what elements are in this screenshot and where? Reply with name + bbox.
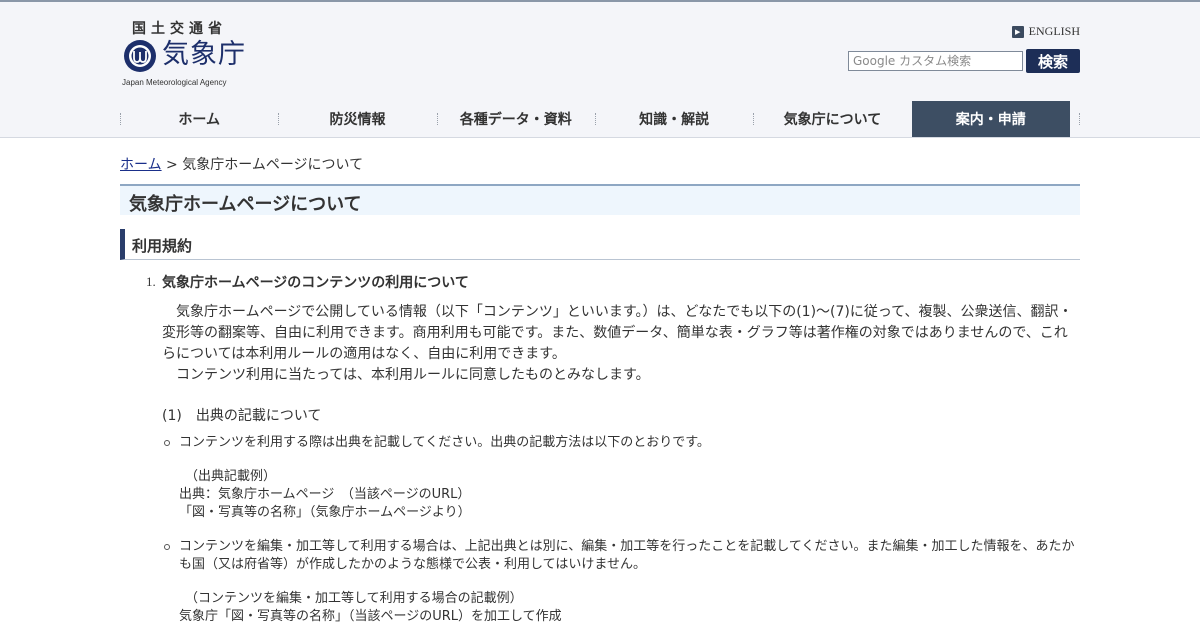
agency-name-en: Japan Meteorological Agency [122, 78, 227, 87]
english-link[interactable]: ▶ ENGLISH [1011, 24, 1080, 39]
breadcrumb: ホーム > 気象庁ホームページについて [120, 154, 363, 174]
subsection-heading: (1) 出典の記載について [162, 408, 322, 424]
jma-emblem-icon [124, 40, 156, 72]
nav-item-data[interactable]: 各種データ・資料 [436, 101, 595, 137]
site-search: 検索 [848, 49, 1080, 73]
site-logo[interactable]: 国土交通省 気象庁 Japan Meteorological Agency [122, 16, 252, 90]
intro-paragraph: 気象庁ホームページで公開している情報（以下「コンテンツ」といいます。）は、どなた… [162, 304, 1073, 362]
example-line: 気象庁「図・写真等の名称」（当該ページのURL）を加工して作成 [179, 609, 562, 624]
example-title: （コンテンツを編集・加工等して利用する場合の記載例） [185, 591, 523, 606]
edit-citation-example: （コンテンツを編集・加工等して利用する場合の記載例） 気象庁「図・写真等の名称」… [179, 590, 562, 626]
breadcrumb-separator: > [166, 157, 178, 173]
play-arrow-icon: ▶ [1011, 25, 1024, 38]
bullet-text: コンテンツを編集・加工等して利用する場合は、上記出典とは別に、編集・加工等を行っ… [179, 539, 1075, 572]
section-title: 利用規約 [120, 229, 1080, 260]
site-header: 国土交通省 気象庁 Japan Meteorological Agency ▶ … [0, 2, 1200, 138]
search-input[interactable] [848, 51, 1023, 71]
citation-example: （出典記載例） 出典：気象庁ホームページ （当該ページのURL） 「図・写真等の… [179, 468, 471, 522]
search-button[interactable]: 検索 [1026, 49, 1080, 73]
page-title: 気象庁ホームページについて [120, 184, 1080, 215]
example-line: 出典：気象庁ホームページ （当該ページのURL） [179, 487, 471, 502]
item-title: 気象庁ホームページのコンテンツの利用について [162, 275, 469, 291]
nav-item-home[interactable]: ホーム [120, 101, 278, 137]
example-line: 「図・写真等の名称」（気象庁ホームページより） [179, 505, 471, 520]
ministry-name: 国土交通省 [132, 21, 227, 37]
nav-item-about[interactable]: 気象庁について [753, 101, 911, 137]
list-item: コンテンツを利用する際は出典を記載してください。出典の記載方法は以下のとおりです… [162, 434, 1080, 452]
list-item: コンテンツを編集・加工等して利用する場合は、上記出典とは別に、編集・加工等を行っ… [162, 538, 1080, 574]
english-link-label: ENGLISH [1028, 24, 1080, 38]
agency-name: 気象庁 [162, 39, 246, 70]
list-number: 1. [146, 274, 156, 289]
nav-item-guide[interactable]: 案内・申請 [911, 101, 1081, 137]
bullet-icon [164, 544, 170, 550]
nav-item-disaster-info[interactable]: 防災情報 [278, 101, 436, 137]
agreement-paragraph: コンテンツ利用に当たっては、本利用ルールに同意したものとみなします。 [176, 367, 650, 383]
nav-item-knowledge[interactable]: 知識・解説 [594, 101, 753, 137]
breadcrumb-home-link[interactable]: ホーム [120, 157, 162, 173]
bullet-text: コンテンツを利用する際は出典を記載してください。出典の記載方法は以下のとおりです… [179, 435, 710, 450]
global-nav: ホーム 防災情報 各種データ・資料 知識・解説 気象庁について 案内・申請 [120, 101, 1081, 137]
breadcrumb-current: 気象庁ホームページについて [182, 157, 364, 173]
example-title: （出典記載例） [185, 469, 277, 484]
bullet-icon [164, 440, 170, 446]
